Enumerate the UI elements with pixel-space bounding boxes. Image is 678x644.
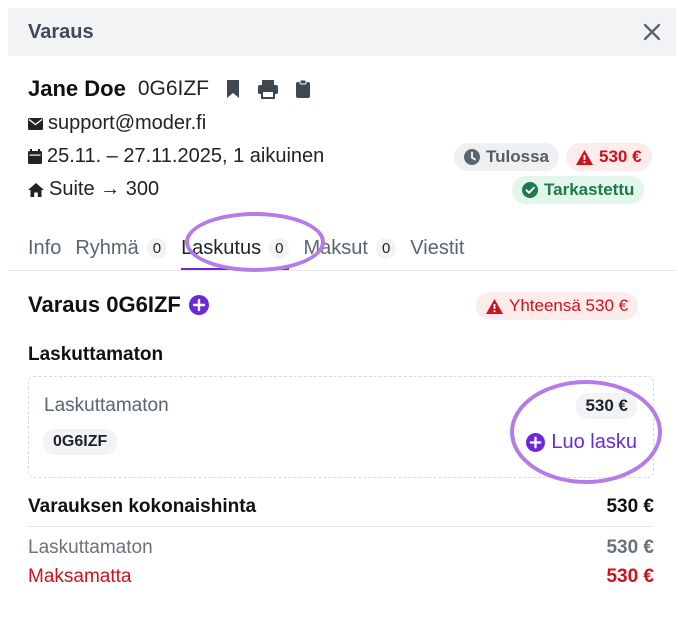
unpaid-row: Maksamatta 530 € xyxy=(28,566,654,588)
card-label: Laskuttamaton xyxy=(44,395,169,416)
tab-count: 0 xyxy=(146,237,168,259)
bookmark-icon[interactable] xyxy=(225,79,241,99)
tab-payments[interactable]: Maksut 0 xyxy=(303,228,397,268)
room-text: Suite → 300 xyxy=(49,178,160,200)
tabs-divider xyxy=(8,270,676,271)
uninvoiced-card: Laskuttamaton 530 € 0G6IZF Luo lasku xyxy=(28,376,654,478)
panel-header: Varaus xyxy=(8,8,676,56)
uninvoiced-label: Laskuttamaton xyxy=(28,537,153,558)
tab-count: 0 xyxy=(375,237,397,259)
balance-badge: 530 € xyxy=(566,143,652,171)
unpaid-label: Maksamatta xyxy=(28,566,132,587)
uninvoiced-heading: Laskuttamaton xyxy=(28,344,164,365)
tab-info[interactable]: Info xyxy=(28,228,61,268)
total-badge: Yhteensä 530 € xyxy=(476,292,639,320)
plus-circle-icon[interactable] xyxy=(188,295,209,315)
tab-count: 0 xyxy=(269,237,290,259)
clock-icon xyxy=(464,149,480,165)
status-badge: Tulossa xyxy=(454,143,559,171)
plus-circle-icon xyxy=(526,433,546,452)
check-badge: Tarkastettu xyxy=(512,176,645,204)
tab-group[interactable]: Ryhmä 0 xyxy=(75,228,168,268)
tab-billing[interactable]: Laskutus 0 xyxy=(181,228,290,271)
calendar-icon xyxy=(28,149,42,164)
create-invoice-button[interactable]: Luo lasku xyxy=(526,431,637,454)
dates-text: 25.11. – 27.11.2025, 1 aikuinen xyxy=(47,145,325,167)
unpaid-value: 530 € xyxy=(606,566,654,587)
clipboard-icon[interactable] xyxy=(295,79,311,99)
warning-icon xyxy=(486,298,503,314)
reservation-code: 0G6IZF xyxy=(137,77,210,100)
home-icon xyxy=(28,182,44,197)
total-price-value: 530 € xyxy=(606,496,654,517)
tab-messages[interactable]: Viestit xyxy=(410,228,464,268)
email-text: support@moder.fi xyxy=(48,112,207,134)
card-code: 0G6IZF xyxy=(43,429,118,455)
tab-bar: Info Ryhmä 0 Laskutus 0 Maksut 0 Viestit xyxy=(28,228,478,271)
billing-title: Varaus 0G6IZF xyxy=(28,292,209,318)
room-row: Suite → 300 xyxy=(28,178,159,201)
email-row: support@moder.fi xyxy=(28,112,206,135)
card-amount: 530 € xyxy=(576,393,637,419)
close-icon[interactable] xyxy=(640,20,664,44)
panel-title: Varaus xyxy=(28,20,94,43)
print-icon[interactable] xyxy=(257,79,279,99)
guest-name: Jane Doe xyxy=(28,76,126,101)
warning-icon xyxy=(576,149,593,165)
guest-line: Jane Doe 0G6IZF xyxy=(28,74,311,104)
check-circle-icon xyxy=(522,182,538,198)
total-price-label: Varauksen kokonaishinta xyxy=(28,496,257,517)
uninvoiced-row: Laskuttamaton 530 € xyxy=(28,537,654,559)
uninvoiced-value: 530 € xyxy=(606,537,654,558)
mail-icon xyxy=(28,117,43,130)
total-price-row: Varauksen kokonaishinta 530 € xyxy=(28,496,654,527)
dates-row: 25.11. – 27.11.2025, 1 aikuinen xyxy=(28,145,324,168)
